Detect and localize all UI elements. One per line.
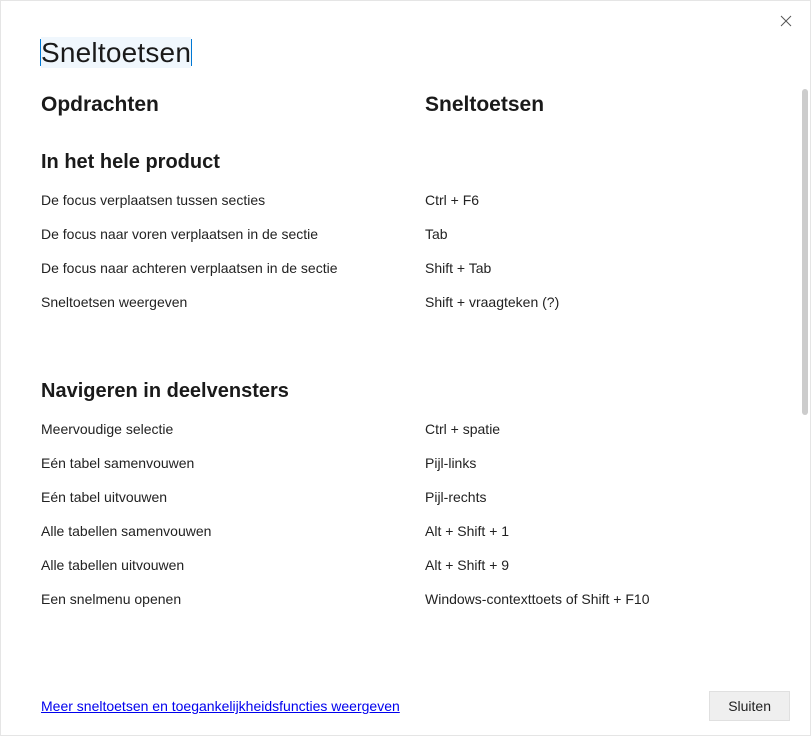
shortcut-value: Alt + Shift + 1 [425, 523, 770, 539]
shortcut-row: Meervoudige selectie Ctrl + spatie [41, 421, 770, 437]
command-label: De focus verplaatsen tussen secties [41, 192, 425, 208]
command-label: Sneltoetsen weergeven [41, 294, 425, 310]
command-label: Een snelmenu openen [41, 591, 425, 607]
dialog-footer: Meer sneltoetsen en toegankelijkheidsfun… [1, 677, 810, 735]
shortcut-value: Tab [425, 226, 770, 242]
more-shortcuts-link[interactable]: Meer sneltoetsen en toegankelijkheidsfun… [41, 698, 400, 714]
shortcut-row: Alle tabellen samenvouwen Alt + Shift + … [41, 523, 770, 539]
dialog-content: Sneltoetsen Opdrachten Sneltoetsen In he… [1, 1, 810, 677]
section-heading: In het hele product [41, 151, 770, 174]
shortcut-value: Ctrl + F6 [425, 192, 770, 208]
shortcut-row: Eén tabel uitvouwen Pijl-rechts [41, 489, 770, 505]
command-label: De focus naar achteren verplaatsen in de… [41, 260, 425, 276]
shortcut-value: Pijl-links [425, 455, 770, 471]
shortcut-value: Shift + vraagteken (?) [425, 294, 770, 310]
shortcut-row: Alle tabellen uitvouwen Alt + Shift + 9 [41, 557, 770, 573]
command-label: Alle tabellen uitvouwen [41, 557, 425, 573]
dialog-title: Sneltoetsen [41, 37, 770, 69]
shortcut-row: Een snelmenu openen Windows-contexttoets… [41, 591, 770, 607]
shortcut-value: Ctrl + spatie [425, 421, 770, 437]
command-label: Meervoudige selectie [41, 421, 425, 437]
shortcut-row: Sneltoetsen weergeven Shift + vraagteken… [41, 294, 770, 310]
command-label: Eén tabel samenvouwen [41, 455, 425, 471]
section-heading: Navigeren in deelvensters [41, 380, 770, 403]
shortcut-row: De focus naar voren verplaatsen in de se… [41, 226, 770, 242]
shortcut-row: Eén tabel samenvouwen Pijl-links [41, 455, 770, 471]
column-headers: Opdrachten Sneltoetsen [41, 93, 770, 117]
close-button[interactable]: Sluiten [709, 691, 790, 721]
commands-header: Opdrachten [41, 93, 425, 117]
shortcut-row: De focus verplaatsen tussen secties Ctrl… [41, 192, 770, 208]
command-label: Eén tabel uitvouwen [41, 489, 425, 505]
command-label: Alle tabellen samenvouwen [41, 523, 425, 539]
shortcut-value: Alt + Shift + 9 [425, 557, 770, 573]
command-label: De focus naar voren verplaatsen in de se… [41, 226, 425, 242]
shortcuts-header: Sneltoetsen [425, 93, 770, 117]
shortcut-value: Shift + Tab [425, 260, 770, 276]
scrollbar[interactable] [802, 89, 808, 415]
shortcut-value: Windows-contexttoets of Shift + F10 [425, 591, 770, 607]
shortcut-value: Pijl-rechts [425, 489, 770, 505]
shortcut-row: De focus naar achteren verplaatsen in de… [41, 260, 770, 276]
